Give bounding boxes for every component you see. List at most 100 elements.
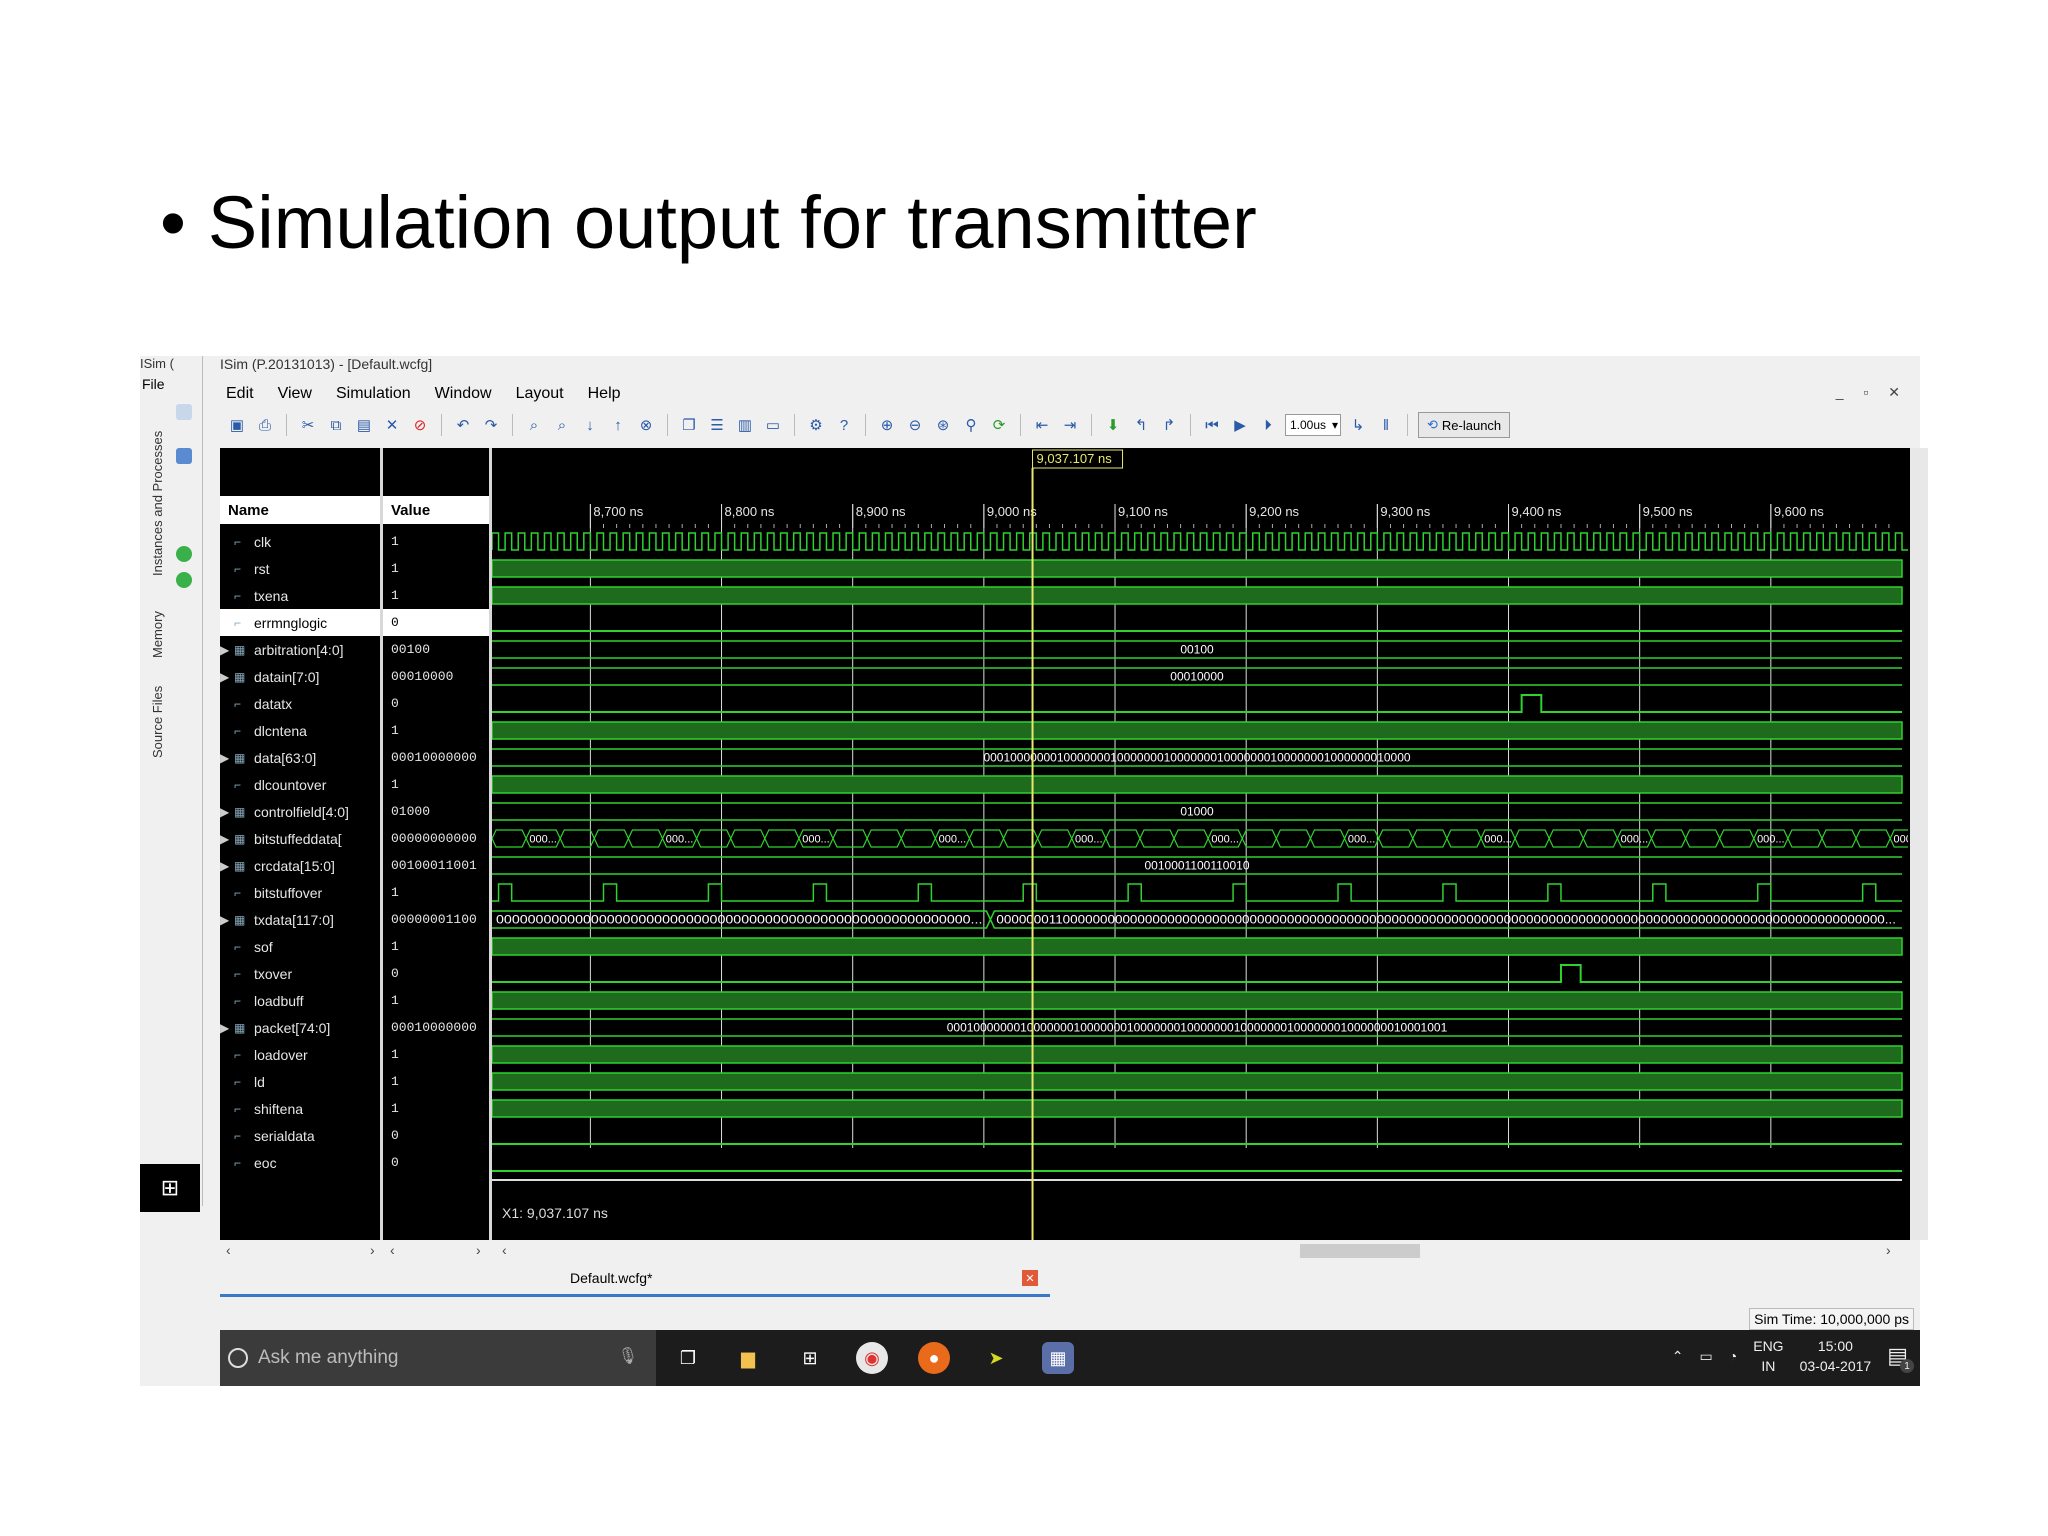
expand-arrow-icon[interactable]: ▶	[220, 670, 234, 684]
pause-icon[interactable]: ‖	[1375, 414, 1397, 436]
language-indicator[interactable]: ENG IN	[1753, 1336, 1783, 1376]
run-time-select[interactable]: 1.00us ▾	[1285, 414, 1341, 436]
horizontal-scrollbar[interactable]: ‹ › ‹ › ‹ ›	[220, 1240, 1920, 1262]
windows-icon[interactable]: ⊞	[140, 1164, 200, 1212]
wrench-icon[interactable]: ⚙	[805, 414, 827, 436]
cascade-icon[interactable]: ❐	[678, 414, 700, 436]
signal-name-row[interactable]: ⌐ bitstuffover	[220, 879, 380, 906]
cut-icon[interactable]: ✂	[297, 414, 319, 436]
signal-name-row[interactable]: ⌐ sof	[220, 933, 380, 960]
new-icon[interactable]	[176, 404, 192, 420]
next-transition-icon[interactable]: ⇥	[1059, 414, 1081, 436]
store-icon[interactable]: ⊞	[794, 1342, 826, 1374]
expand-arrow-icon[interactable]: ▶	[220, 805, 234, 819]
tab-default-wcfg[interactable]: Default.wcfg*	[570, 1270, 652, 1286]
firefox-icon[interactable]: ●	[918, 1342, 950, 1374]
step-icon[interactable]: ↳	[1347, 414, 1369, 436]
paste-icon[interactable]: ▤	[353, 414, 375, 436]
tab-source-files[interactable]: Source Files	[150, 686, 165, 758]
expand-arrow-icon[interactable]: ▶	[220, 1021, 234, 1035]
isim-icon[interactable]: ▦	[1042, 1342, 1074, 1374]
signal-name-row[interactable]: ⌐ txena	[220, 582, 380, 609]
signal-name-row[interactable]: ▶ ▦ data[63:0]	[220, 744, 380, 771]
signal-name-row[interactable]: ▶ ▦ packet[74:0]	[220, 1014, 380, 1041]
save-icon[interactable]: ▣	[226, 414, 248, 436]
signal-name-row[interactable]: ⌐ dlcountover	[220, 771, 380, 798]
task-view-icon[interactable]: ❐	[672, 1342, 704, 1374]
signal-name-row[interactable]: ▶ ▦ bitstuffeddata[	[220, 825, 380, 852]
refresh-icon[interactable]: ⟳	[988, 414, 1010, 436]
value-column-header[interactable]: Value	[383, 496, 489, 524]
signal-name-row[interactable]: ⌐ datatx	[220, 690, 380, 717]
signal-name-row[interactable]: ⌐ ld	[220, 1068, 380, 1095]
menu-edit[interactable]: Edit	[226, 385, 254, 403]
zoom-cursor-icon[interactable]: ⚲	[960, 414, 982, 436]
tile-horizontal-icon[interactable]: ☰	[706, 414, 728, 436]
signal-name-row[interactable]: ⌐ txover	[220, 960, 380, 987]
signal-name-row[interactable]: ▶ ▦ arbitration[4:0]	[220, 636, 380, 663]
signal-name-row[interactable]: ⌐ loadover	[220, 1041, 380, 1068]
name-column-header[interactable]: Name	[220, 496, 380, 524]
scroll-left-icon[interactable]: ‹	[502, 1242, 507, 1258]
scroll-right-icon[interactable]: ›	[1886, 1242, 1891, 1258]
print-icon[interactable]: ⎙	[254, 414, 276, 436]
undo-icon[interactable]: ↶	[452, 414, 474, 436]
vertical-scrollbar[interactable]	[1910, 448, 1928, 1240]
chrome-icon[interactable]: ◉	[856, 1342, 888, 1374]
previous-transition-icon[interactable]: ⇤	[1031, 414, 1053, 436]
tile-vertical-icon[interactable]: ▥	[734, 414, 756, 436]
next-marker-icon[interactable]: ↱	[1158, 414, 1180, 436]
signal-name-row[interactable]: ⌐ dlcntena	[220, 717, 380, 744]
help-icon[interactable]: ?	[833, 414, 855, 436]
expand-arrow-icon[interactable]: ▶	[220, 643, 234, 657]
expand-arrow-icon[interactable]: ▶	[220, 832, 234, 846]
move-down-icon[interactable]: ↓	[579, 414, 601, 436]
menu-simulation[interactable]: Simulation	[336, 385, 411, 403]
menu-help[interactable]: Help	[588, 385, 621, 403]
signal-name-row[interactable]: ▶ ▦ controlfield[4:0]	[220, 798, 380, 825]
remove-icon[interactable]: ⊗	[635, 414, 657, 436]
tab-instances-and-processes[interactable]: Instances and Processes	[150, 431, 165, 576]
menu-view[interactable]: View	[278, 385, 312, 403]
expand-arrow-icon[interactable]: ▶	[220, 751, 234, 765]
signal-name-row[interactable]: ⌐ loadbuff	[220, 987, 380, 1014]
scroll-right-icon[interactable]: ›	[370, 1242, 375, 1258]
zoom-in-icon[interactable]: ⊕	[876, 414, 898, 436]
find-next-icon[interactable]: ⌕	[551, 414, 573, 436]
signal-name-row[interactable]: ⌐ errmnglogic	[220, 609, 380, 636]
scroll-left-icon[interactable]: ‹	[390, 1242, 395, 1258]
scroll-left-icon[interactable]: ‹	[226, 1242, 231, 1258]
relaunch-button[interactable]: ⟲ Re-launch	[1418, 412, 1511, 438]
menu-layout[interactable]: Layout	[516, 385, 564, 403]
restart-icon[interactable]: ⏮	[1201, 414, 1223, 436]
scroll-thumb[interactable]	[1300, 1244, 1420, 1258]
microphone-icon[interactable]: 🎙	[618, 1346, 638, 1366]
window-icon[interactable]: ▭	[762, 414, 784, 436]
search-icon[interactable]	[176, 448, 192, 464]
copy-icon[interactable]: ⧉	[325, 414, 347, 436]
signal-name-row[interactable]: ⌐ rst	[220, 555, 380, 582]
signal-name-row[interactable]: ⌐ clk	[220, 528, 380, 555]
run-icon[interactable]	[176, 546, 192, 562]
expand-arrow-icon[interactable]: ▶	[220, 913, 234, 927]
step-icon[interactable]	[176, 572, 192, 588]
stop-icon[interactable]: ⊘	[409, 414, 431, 436]
delete-icon[interactable]: ✕	[381, 414, 403, 436]
move-up-icon[interactable]: ↑	[607, 414, 629, 436]
signal-name-row[interactable]: ▶ ▦ txdata[117:0]	[220, 906, 380, 933]
run-for-icon[interactable]: ⏵	[1257, 414, 1279, 436]
file-explorer-icon[interactable]: ▆	[732, 1342, 764, 1374]
cortana-search[interactable]: Ask me anything 🎙	[220, 1330, 656, 1386]
battery-icon[interactable]: ▭	[1700, 1348, 1713, 1365]
menu-window[interactable]: Window	[435, 385, 492, 403]
xilinx-icon[interactable]: ➤	[980, 1342, 1012, 1374]
scroll-right-icon[interactable]: ›	[476, 1242, 481, 1258]
signal-name-row[interactable]: ⌐ serialdata	[220, 1122, 380, 1149]
run-all-icon[interactable]: ▶	[1229, 414, 1251, 436]
redo-icon[interactable]: ↷	[480, 414, 502, 436]
tab-memory[interactable]: Memory	[150, 611, 165, 658]
find-icon[interactable]: ⌕	[523, 414, 545, 436]
expand-arrow-icon[interactable]: ▶	[220, 859, 234, 873]
marker-icon[interactable]: ⬇	[1102, 414, 1124, 436]
signal-name-row[interactable]: ▶ ▦ datain[7:0]	[220, 663, 380, 690]
